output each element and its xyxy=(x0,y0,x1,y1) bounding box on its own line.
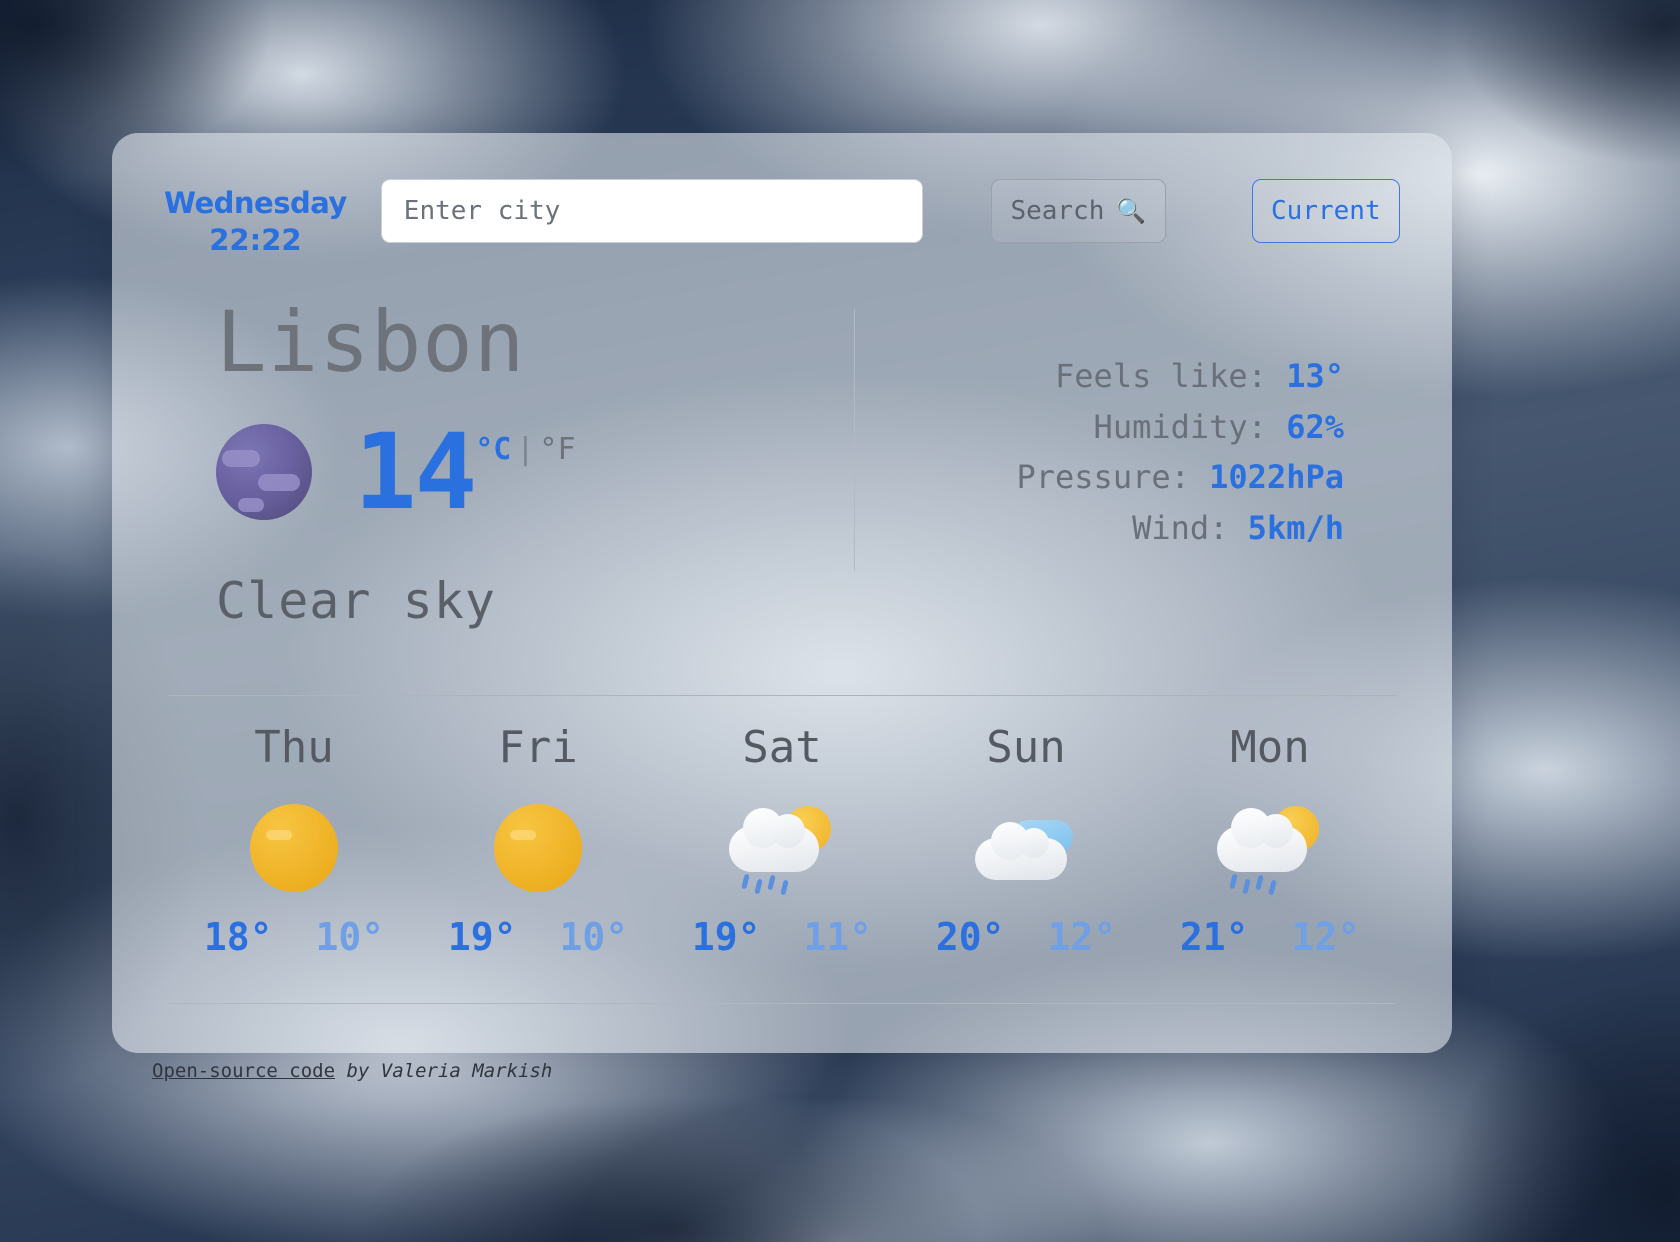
detail-row-humidity: Humidity: 62% xyxy=(855,402,1344,453)
detail-value: 1022hPa xyxy=(1209,458,1344,497)
date-time-block: Wednesday 22:22 xyxy=(164,179,347,259)
footer-credit: Open-source code by Valeria Markish xyxy=(152,1060,552,1082)
current-time: 22:22 xyxy=(209,223,302,258)
forecast-top-divider xyxy=(168,695,1396,696)
sun-rain-cloud-icon xyxy=(1148,789,1392,907)
current-button-label: Current xyxy=(1271,196,1381,226)
forecast-max: 21° xyxy=(1179,915,1249,959)
forecast-temps: 18° 10° xyxy=(172,915,416,959)
search-button-label: Search xyxy=(1010,196,1105,226)
forecast-day-label: Fri xyxy=(498,722,578,773)
detail-row-wind: Wind: 5km/h xyxy=(855,503,1344,554)
temperature-row: 14 °C | °F xyxy=(216,412,854,532)
forecast-temps: 19° 10° xyxy=(416,915,660,959)
forecast-day-sun[interactable]: Sun 20° 12° xyxy=(904,722,1148,959)
current-weather-left: Lisbon 14 °C | °F Clear sky xyxy=(164,297,854,687)
forecast-min: 12° xyxy=(1291,915,1361,959)
forecast-day-label: Mon xyxy=(1230,722,1310,773)
forecast-bottom-divider xyxy=(168,1003,1396,1004)
forecast-max: 18° xyxy=(203,915,273,959)
detail-label: Humidity: xyxy=(1093,407,1267,446)
forecast-day-fri[interactable]: Fri 19° 10° xyxy=(416,722,660,959)
forecast-temps: 20° 12° xyxy=(904,915,1148,959)
forecast-day-label: Thu xyxy=(254,722,334,773)
search-button[interactable]: Search 🔍 xyxy=(991,179,1166,243)
forecast-max: 19° xyxy=(447,915,517,959)
current-temperature: 14 xyxy=(354,410,477,533)
celsius-unit[interactable]: °C xyxy=(475,432,511,467)
magnifier-icon: 🔍 xyxy=(1116,197,1147,225)
detail-value: 13° xyxy=(1286,357,1344,395)
weather-details-list: Feels like: 13° Humidity: 62% Pressure: … xyxy=(855,297,1400,687)
forecast-min: 10° xyxy=(559,915,629,959)
detail-label: Feels like: xyxy=(1055,357,1267,395)
forecast-temps: 19° 11° xyxy=(660,915,904,959)
forecast-day-label: Sun xyxy=(986,722,1066,773)
forecast-min: 12° xyxy=(1047,915,1117,959)
sun-icon xyxy=(416,789,660,907)
forecast-min: 10° xyxy=(315,915,385,959)
forecast-day-label: Sat xyxy=(742,722,822,773)
detail-value: 5km/h xyxy=(1247,508,1344,547)
footer-author: by Valeria Markish xyxy=(335,1060,553,1082)
day-name: Wednesday xyxy=(164,186,347,220)
detail-row-feels-like: Feels like: 13° xyxy=(855,351,1344,402)
sun-icon xyxy=(172,789,416,907)
forecast-max: 20° xyxy=(935,915,1005,959)
unit-toggle: °C | °F xyxy=(475,432,575,467)
forecast-row: Thu 18° 10° Fri 19° 10° Sat 19° 11° Sun … xyxy=(164,722,1400,959)
detail-label: Wind: xyxy=(1132,508,1229,547)
cloud-icon xyxy=(904,789,1148,907)
detail-row-pressure: Pressure: 1022hPa xyxy=(855,452,1344,503)
weather-condition: Clear sky xyxy=(216,571,496,630)
forecast-temps: 21° 12° xyxy=(1148,915,1392,959)
city-search-input[interactable] xyxy=(380,179,924,243)
forecast-min: 11° xyxy=(803,915,873,959)
fahrenheit-unit[interactable]: °F xyxy=(539,432,575,467)
forecast-day-thu[interactable]: Thu 18° 10° xyxy=(172,722,416,959)
detail-label: Pressure: xyxy=(1016,458,1190,497)
top-bar: Wednesday 22:22 Search 🔍 Current xyxy=(164,179,1400,275)
city-name: Lisbon xyxy=(216,293,526,391)
forecast-day-sat[interactable]: Sat 19° 11° xyxy=(660,722,904,959)
sun-rain-cloud-icon xyxy=(660,789,904,907)
new-moon-face-icon xyxy=(216,423,312,520)
weather-card: Wednesday 22:22 Search 🔍 Current Lisbon … xyxy=(112,133,1452,1053)
unit-separator: | xyxy=(516,432,535,468)
forecast-max: 19° xyxy=(691,915,761,959)
detail-value: 62% xyxy=(1286,407,1344,446)
current-weather-section: Lisbon 14 °C | °F Clear sky Feels like: xyxy=(164,297,1400,687)
forecast-day-mon[interactable]: Mon 21° 12° xyxy=(1148,722,1392,959)
current-location-button[interactable]: Current xyxy=(1251,179,1400,243)
open-source-link[interactable]: Open-source code xyxy=(152,1060,335,1082)
